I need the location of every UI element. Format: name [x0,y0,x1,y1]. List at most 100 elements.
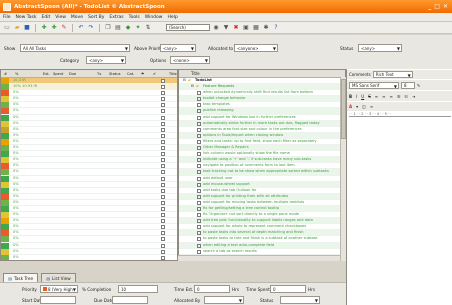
tab-task-tree[interactable]: ▤ Task Tree [3,273,39,282]
done-checkbox[interactable] [161,115,165,120]
move-up-icon[interactable]: ◆ [124,24,132,32]
task-columns-grid[interactable]: # % Est. Spent Due Tx Status Cat. ⚑ ✔ Ti… [0,69,178,261]
status-filter-combo[interactable]: <any> ▼ [358,44,402,52]
done-checkbox[interactable] [161,152,165,157]
minimize-button[interactable]: _ [428,3,431,10]
task-checkbox[interactable] [197,237,201,242]
flag-icon[interactable]: ⚑ [141,72,144,76]
options-combo[interactable]: <none> ▼ [170,56,210,64]
bold-icon[interactable]: B [349,94,352,99]
done-checkbox[interactable] [161,97,165,102]
link-icon[interactable]: ∞ [370,104,373,109]
done-checkbox[interactable] [161,133,165,138]
format-painter-icon[interactable]: ✎ [417,83,420,88]
col-spent[interactable]: Spent [53,72,63,76]
new-task-icon[interactable]: ✚ [40,24,48,32]
col-est[interactable]: Est. [43,72,50,76]
col-category[interactable]: Cat. [127,72,134,76]
task-checkbox[interactable] [197,91,201,96]
comments-editor[interactable] [349,119,451,299]
comments-type-combo[interactable]: Rich Text ▼ [372,71,413,78]
category-combo[interactable]: <any> ▼ [86,56,126,64]
align-right-icon[interactable]: ≡ [389,94,392,99]
done-checkbox[interactable] [161,158,165,163]
task-checkbox[interactable] [197,152,201,157]
task-checkbox[interactable] [197,164,201,169]
align-left-icon[interactable]: ≡ [375,94,378,99]
tree-title-header[interactable]: Title [191,71,200,76]
menu-extras[interactable]: Extras [109,15,123,20]
filter-icon[interactable]: ▼ [222,24,230,32]
menu-new-task[interactable]: New Task [16,15,37,20]
task-checkbox[interactable] [197,225,201,230]
sort-icon[interactable]: ⇅ [144,24,152,32]
check-icon[interactable]: ✔ [153,72,156,76]
task-checkbox[interactable] [197,146,201,151]
settings-icon[interactable]: ✱ [262,24,270,32]
done-checkbox[interactable] [161,146,165,151]
done-checkbox[interactable] [161,79,165,83]
tab-list-view[interactable]: ▤ List View [41,273,76,282]
new-subtask-icon[interactable]: ✚ [50,24,58,32]
menu-move[interactable]: Move [71,15,83,20]
delete-icon[interactable]: ✖ [232,24,240,32]
task-checkbox[interactable] [197,121,201,126]
time-spent-unit[interactable]: Hrs [308,287,315,292]
task-checkbox[interactable] [197,182,201,187]
col-title[interactable]: Title [169,72,177,76]
start-date-picker[interactable] [40,296,76,304]
done-checkbox[interactable] [161,121,165,126]
done-checkbox[interactable] [161,182,165,187]
move-down-icon[interactable]: ✦ [134,24,142,32]
undo-icon[interactable]: ↶ [77,24,85,32]
copy-icon[interactable]: ❐ [104,24,112,32]
done-checkbox[interactable] [161,231,165,236]
task-checkbox[interactable] [197,188,201,193]
print-icon[interactable]: ▣ [242,24,250,32]
expand-icon[interactable]: ⊟ [191,84,194,88]
done-checkbox[interactable] [161,225,165,230]
text-color-icon[interactable]: A [349,104,352,109]
task-checkbox[interactable] [197,158,201,163]
done-checkbox[interactable] [161,249,165,254]
done-checkbox[interactable] [161,109,165,114]
task-checkbox[interactable] [197,103,201,108]
bullet-list-icon[interactable]: ☰ [397,94,401,99]
done-checkbox[interactable] [161,139,165,144]
save-icon[interactable]: ■ [23,24,31,32]
priority-filter-combo[interactable]: <any> ▼ [160,44,196,52]
help-icon[interactable]: ? [272,24,280,32]
edit-task-icon[interactable]: ✎ [60,24,68,32]
task-checkbox[interactable] [197,133,201,138]
close-button[interactable]: ✕ [443,3,448,10]
menu-edit[interactable]: Edit [42,15,51,20]
time-est-input[interactable]: 0 [194,285,230,293]
task-checkbox[interactable] [197,194,201,199]
task-checkbox[interactable] [197,213,201,218]
done-checkbox[interactable] [161,170,165,175]
menu-tools[interactable]: Tools [129,15,140,20]
menu-view[interactable]: View [55,15,66,20]
font-combo[interactable]: MS Sans Serif ▼ [349,81,399,89]
task-checkbox[interactable] [197,97,201,102]
done-checkbox[interactable] [161,164,165,169]
strikethrough-icon[interactable]: S [368,94,371,99]
search-input[interactable]: (Search) [166,24,210,31]
done-checkbox[interactable] [161,188,165,193]
done-checkbox[interactable] [161,213,165,218]
calendar-icon[interactable]: ▦ [252,24,260,32]
task-checkbox[interactable] [197,170,201,175]
indent-icon[interactable]: ⇥ [412,94,415,99]
allocated-to-combo[interactable]: <anyone> ▼ [234,44,278,52]
task-checkbox[interactable] [197,249,201,254]
bottom-status-combo[interactable]: ▼ [280,296,320,304]
done-checkbox[interactable] [161,237,165,242]
task-checkbox[interactable] [197,127,201,132]
picture-icon[interactable]: ◫ [362,104,366,109]
col-tx[interactable]: Tx [97,72,101,76]
task-checkbox[interactable] [197,139,201,144]
priority-combo[interactable]: 8 (Very High ▼ [40,285,78,293]
new-tasklist-icon[interactable]: ▭ [3,24,11,32]
task-checkbox[interactable] [197,206,201,211]
task-checkbox[interactable] [197,219,201,224]
